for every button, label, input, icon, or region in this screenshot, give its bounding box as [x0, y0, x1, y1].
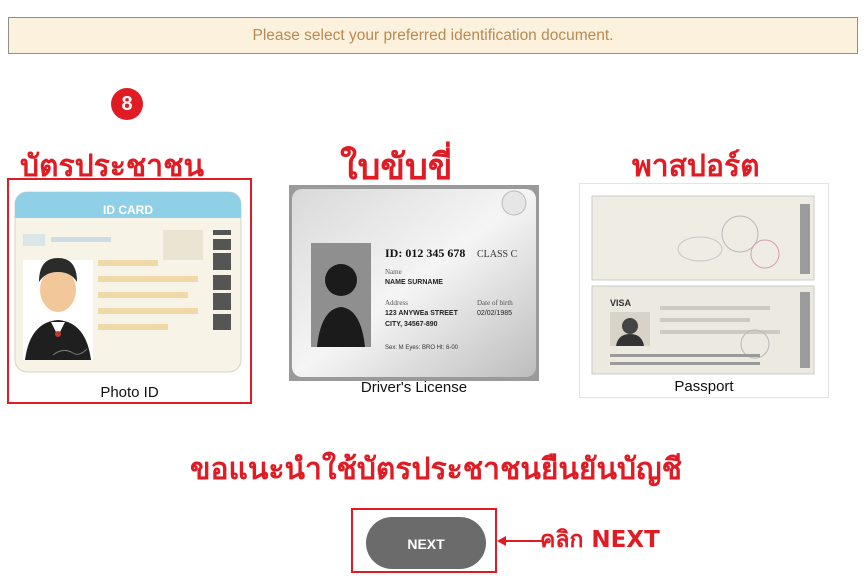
id-card-header: ID CARD	[103, 203, 153, 217]
instruction-notice: Please select your preferred identificat…	[8, 17, 858, 54]
drivers-license-image: ID: 012 345 678 CLASS C Name NAME SURNAM…	[289, 185, 539, 381]
license-address-line1: 123 ANYWEa STREET	[385, 310, 459, 317]
license-footer: Sex: M Eyes: BRO Ht: 6-00	[385, 345, 459, 351]
annotation-advice: ขอแนะนำใช้บัตรประชาชนยืนยันบัญชี	[190, 452, 682, 487]
document-option-photo-id[interactable]: ID CARD Photo ID	[7, 178, 252, 404]
license-address-label: Address	[385, 299, 408, 307]
instruction-text: Please select your preferred identificat…	[252, 27, 614, 44]
annotation-click-next: คลิก NEXT	[540, 527, 660, 553]
document-label-photo-id: Photo ID	[100, 384, 159, 401]
license-dob-label: Date of birth	[477, 299, 513, 307]
document-label-passport: Passport	[674, 378, 734, 395]
arrow-left-icon	[497, 536, 543, 546]
passport-visa-label: VISA	[610, 298, 632, 308]
license-dob-value: 02/02/1985	[477, 310, 512, 317]
step-number-badge: 8	[111, 88, 143, 120]
license-class: CLASS C	[477, 249, 518, 260]
document-option-drivers-license[interactable]: ID: 012 345 678 CLASS C Name NAME SURNAM…	[289, 183, 539, 398]
passport-image: VISA	[590, 194, 820, 376]
document-label-drivers-license: Driver's License	[360, 379, 468, 396]
license-name-value: NAME SURNAME	[385, 279, 443, 286]
next-button[interactable]: NEXT	[366, 517, 486, 569]
id-card-image: ID CARD	[14, 191, 242, 373]
document-option-passport[interactable]: VISA Passport	[579, 183, 829, 398]
license-name-label: Name	[385, 268, 402, 276]
license-address-line2: CITY, 34567-890	[385, 321, 438, 328]
license-id-line: ID: 012 345 678	[385, 246, 465, 260]
